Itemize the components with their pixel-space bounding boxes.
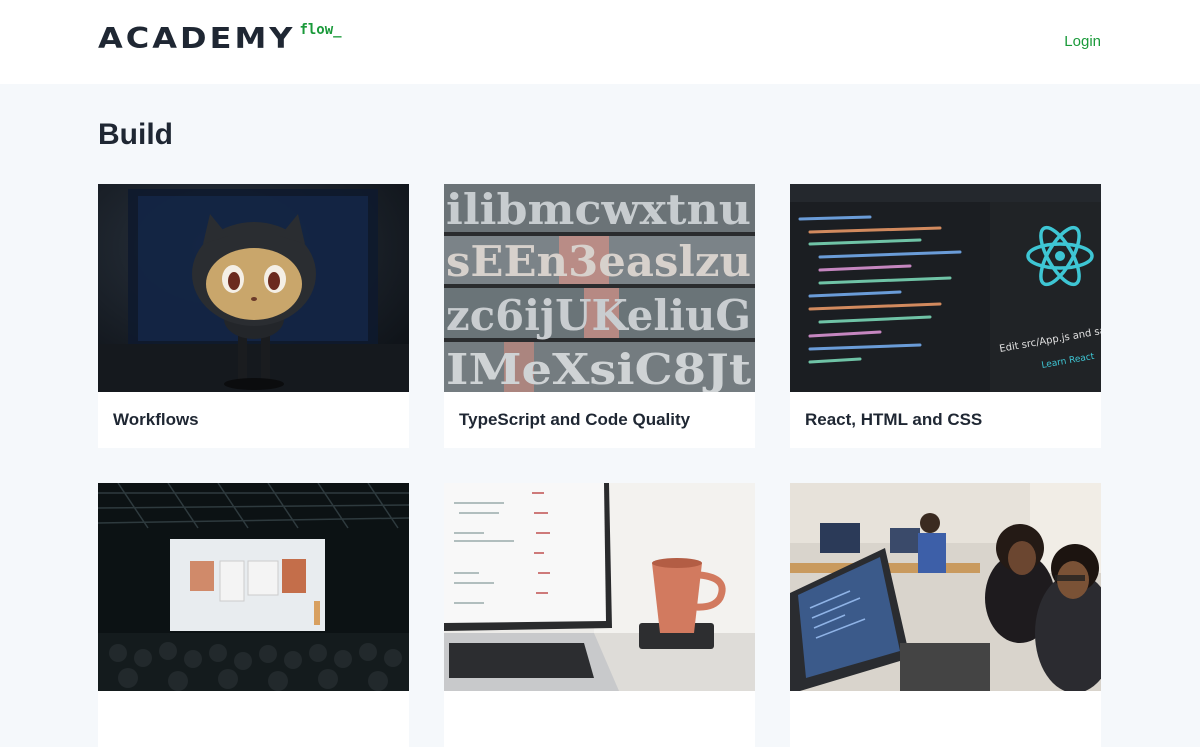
people-coding-image [790, 483, 1101, 691]
svg-text:sEEn3easlzu: sEEn3easlzu [446, 237, 751, 286]
course-card-4[interactable] [98, 483, 409, 747]
svg-text:IMeXsiC8Jt: IMeXsiC8Jt [446, 345, 752, 392]
course-card-5[interactable] [444, 483, 755, 747]
site-header: ACADEMY flow_ Login [0, 0, 1200, 84]
course-grid: Workflows ilibmcwxtnu sEEn3easlzu zc6ijU… [98, 184, 1102, 747]
course-card-react[interactable]: Edit src/App.js and save to Learn React … [790, 184, 1101, 448]
card-title [444, 691, 755, 747]
card-title: React, HTML and CSS [805, 410, 983, 429]
page-title: Build [98, 118, 173, 151]
svg-text:zc6ijUKeliuG: zc6ijUKeliuG [446, 291, 751, 340]
laptop-coffee-cup-image [444, 483, 755, 691]
card-title [98, 691, 409, 747]
svg-text:ilibmcwxtnu: ilibmcwxtnu [446, 185, 751, 234]
course-card-6[interactable] [790, 483, 1101, 747]
login-link[interactable]: Login [1064, 33, 1101, 50]
letterpress-type-image: ilibmcwxtnu sEEn3easlzu zc6ijUKeliuG IMe… [444, 184, 755, 392]
octocat-figurine-image [98, 184, 409, 392]
logo-wordmark: ACADEMY [98, 20, 296, 56]
logo-flow-tag: flow_ [299, 22, 342, 38]
academy-flow-logo[interactable]: ACADEMY flow_ [98, 22, 342, 54]
card-title [790, 691, 1101, 747]
card-title: Workflows [113, 410, 199, 429]
conference-presentation-image [98, 483, 409, 691]
react-code-screen-image: Edit src/App.js and save to Learn React [790, 184, 1101, 392]
course-card-workflows[interactable]: Workflows [98, 184, 409, 448]
course-card-typescript[interactable]: ilibmcwxtnu sEEn3easlzu zc6ijUKeliuG IMe… [444, 184, 755, 448]
card-title: TypeScript and Code Quality [459, 410, 691, 429]
